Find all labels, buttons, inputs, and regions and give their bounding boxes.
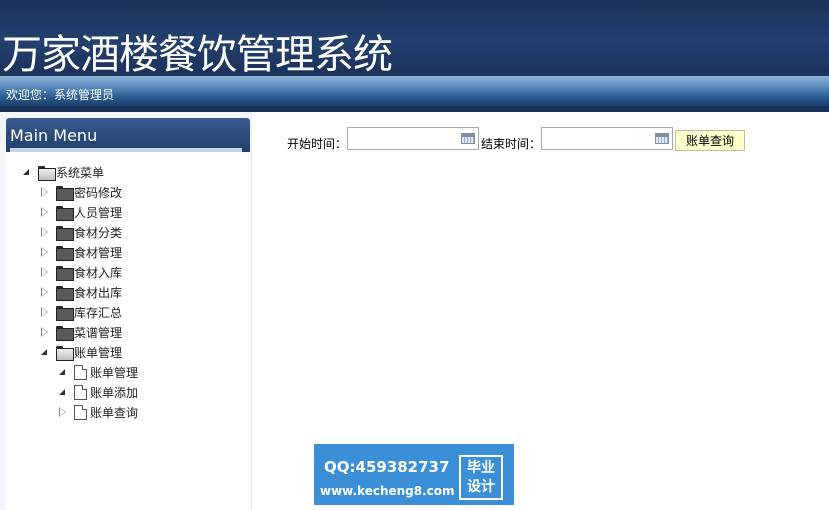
tree-node-ingredient-manage[interactable]: 食材管理: [40, 243, 122, 261]
folder-icon: [56, 205, 74, 221]
tree-node-bill[interactable]: 账单管理: [40, 343, 122, 361]
tree-node-label: 密码修改: [74, 185, 123, 200]
tree-node-label: 食材分类: [74, 225, 123, 240]
folder-icon: [56, 225, 74, 241]
watermark-badge: 毕业 设计: [459, 455, 503, 500]
folder-icon: [56, 285, 74, 301]
tree-node-label: 账单管理: [74, 345, 123, 360]
folder-icon: [56, 325, 74, 341]
document-icon: [74, 364, 87, 380]
menu-title: Main Menu: [10, 126, 98, 145]
tree-node-password[interactable]: 密码修改: [40, 183, 122, 201]
bill-query-button[interactable]: 账单查询: [675, 130, 745, 151]
end-date-field[interactable]: [541, 127, 673, 150]
tree-node-label: 人员管理: [74, 205, 123, 220]
calendar-icon[interactable]: [655, 133, 669, 144]
welcome-bar: 欢迎您：系统管理员: [0, 76, 829, 106]
sidebar: Main Menu 系统菜单 密码修改 人员管理 食材分类 食材管理 食材入库 …: [0, 112, 252, 510]
end-time-label: 结束时间：: [481, 137, 542, 151]
folder-icon: [56, 305, 74, 321]
tree-node-stock-in[interactable]: 食材入库: [40, 263, 122, 281]
tree-node-stock-summary[interactable]: 库存汇总: [40, 303, 122, 321]
start-time-label: 开始时间：: [287, 137, 348, 151]
collapse-arrow-icon[interactable]: [40, 287, 50, 297]
tree-node-bill-query[interactable]: 账单查询: [58, 403, 138, 421]
folder-icon: [56, 265, 74, 281]
watermark-badge-line1: 毕业: [467, 460, 495, 476]
collapse-arrow-icon[interactable]: [58, 407, 68, 417]
tree-node-label: 食材管理: [74, 245, 123, 260]
collapse-arrow-icon[interactable]: [40, 247, 50, 257]
app-header: 万家酒楼餐饮管理系统 欢迎您：系统管理员: [0, 0, 829, 112]
tree-node-bill-manage[interactable]: 账单管理: [58, 363, 138, 381]
expand-arrow-icon[interactable]: [22, 167, 32, 177]
expand-arrow-icon[interactable]: [40, 347, 50, 357]
collapse-arrow-icon[interactable]: [40, 307, 50, 317]
tree-node-root[interactable]: 系统菜单: [22, 163, 104, 181]
tree-node-label: 菜谱管理: [74, 325, 123, 340]
tree-node-label: 账单添加: [90, 385, 139, 400]
collapse-arrow-icon[interactable]: [40, 207, 50, 217]
document-icon: [74, 384, 87, 400]
watermark-qq: QQ:459382737: [324, 458, 450, 476]
collapse-arrow-icon[interactable]: [40, 187, 50, 197]
watermark-site: www.kecheng8.com: [320, 484, 455, 498]
tree-node-ingredient-category[interactable]: 食材分类: [40, 223, 122, 241]
tree-node-recipe[interactable]: 菜谱管理: [40, 323, 122, 341]
collapse-arrow-icon[interactable]: [40, 267, 50, 277]
tree-node-bill-add[interactable]: 账单添加: [58, 383, 138, 401]
welcome-text: 欢迎您：系统管理员: [6, 88, 115, 102]
tree-node-label: 库存汇总: [74, 305, 123, 320]
menu-header: Main Menu: [6, 118, 250, 152]
tree-node-personnel[interactable]: 人员管理: [40, 203, 122, 221]
expand-arrow-icon[interactable]: [58, 387, 68, 397]
tree-node-stock-out[interactable]: 食材出库: [40, 283, 122, 301]
document-icon: [74, 404, 87, 420]
app-title: 万家酒楼餐饮管理系统: [2, 32, 393, 78]
folder-icon: [56, 245, 74, 261]
tree-node-label: 账单管理: [90, 365, 139, 380]
collapse-arrow-icon[interactable]: [40, 227, 50, 237]
tree-node-label: 系统菜单: [56, 165, 105, 180]
folder-open-icon: [56, 345, 74, 361]
tree-node-label: 食材出库: [74, 285, 123, 300]
collapse-arrow-icon[interactable]: [40, 327, 50, 337]
watermark-banner: QQ:459382737 www.kecheng8.com 毕业 设计: [314, 444, 514, 505]
tree-node-label: 食材入库: [74, 265, 123, 280]
menu-tree: 系统菜单 密码修改 人员管理 食材分类 食材管理 食材入库 食材出库 库存汇总 …: [6, 152, 250, 510]
watermark-badge-line2: 设计: [467, 479, 495, 495]
folder-icon: [56, 185, 74, 201]
folder-open-icon: [38, 165, 56, 181]
calendar-icon[interactable]: [461, 133, 475, 144]
tree-node-label: 账单查询: [90, 405, 139, 420]
expand-arrow-icon[interactable]: [58, 367, 68, 377]
start-date-field[interactable]: [347, 127, 479, 150]
